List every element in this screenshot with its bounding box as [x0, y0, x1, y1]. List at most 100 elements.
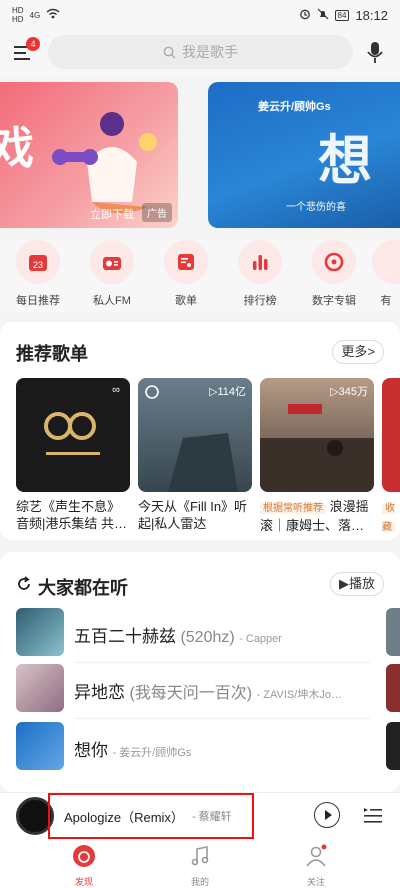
song-name: 五百二十赫兹	[74, 627, 176, 646]
section-title: 推荐歌单	[16, 344, 88, 364]
song-cover	[386, 722, 400, 770]
song-info: 五百二十赫兹 (520hz) - Capper	[74, 622, 379, 647]
refresh-icon[interactable]	[16, 576, 32, 597]
radar-icon	[145, 385, 238, 492]
more-button[interactable]: 更多>	[332, 340, 384, 364]
song-subtitle: (我每天问一百次)	[129, 685, 253, 702]
song-info: 异地恋 (我每天问一百次) - ZAVIS/坤木Jo…	[74, 678, 379, 703]
entry-playlist[interactable]: 歌单	[156, 240, 216, 308]
banner-carousel[interactable]: 戏 立即下载 广告 姜云升/顾帅Gs 想 一个悲伤的喜	[0, 82, 400, 230]
bookstore-image	[260, 404, 374, 492]
playlist-title: 收藏 音乐	[382, 498, 400, 532]
song-artist: - Capper	[239, 633, 282, 645]
entry-label: 排行榜	[243, 295, 277, 307]
ad-badge: 广告	[142, 203, 172, 222]
playlist-title: 今天从《Fill In》听起|私人雷达	[138, 499, 248, 531]
playlist-card[interactable]: ▷114亿 今天从《Fill In》听起|私人雷达	[138, 378, 252, 532]
banner-big-text: 想	[318, 131, 372, 191]
song-name: 想你	[74, 741, 108, 760]
banner-ad[interactable]: 戏 立即下载 广告	[0, 82, 178, 228]
more-icon	[372, 240, 400, 284]
entry-more[interactable]: 有	[372, 240, 400, 308]
sim-indicator: HD HD	[12, 6, 24, 24]
battery-indicator: 84	[334, 9, 350, 21]
calendar-icon: 23	[16, 240, 60, 284]
playlist-tag: 收藏	[382, 503, 395, 532]
play-button[interactable]	[314, 802, 340, 828]
tab-label: 关注	[306, 877, 325, 887]
alarm-icon	[299, 8, 311, 23]
playlist-card[interactable]: 收藏 音乐	[382, 378, 400, 532]
banner-subtitle: 一个悲伤的喜	[286, 202, 346, 213]
playlist-title: 综艺《声生不息》音频|港乐集结 共…	[16, 499, 127, 531]
search-icon	[163, 46, 176, 58]
status-bar: HD HD 4G 84 18:12	[0, 0, 400, 30]
entry-daily[interactable]: 23 每日推荐	[8, 240, 68, 308]
search-input[interactable]: 我是歌手	[48, 35, 353, 69]
playlist-cover: ▷345万	[260, 378, 374, 492]
entry-chart[interactable]: 排行榜	[230, 240, 290, 308]
play-all-button[interactable]: ▶播放	[330, 572, 384, 596]
song-artist: - ZAVIS/坤木Jo…	[256, 689, 342, 701]
song-info: 想你 - 姜云升/顾帅Gs	[74, 736, 379, 761]
mic-button[interactable]	[364, 40, 386, 66]
song-cover	[386, 664, 400, 712]
tab-follow[interactable]: 关注	[286, 844, 346, 888]
playlist-card[interactable]: ∞ 综艺《声生不息》音频|港乐集结 共…	[16, 378, 130, 532]
tab-mine[interactable]: 我的	[170, 844, 230, 888]
divider	[74, 718, 370, 719]
recommend-section: 推荐歌单 更多> ∞ 综艺《声生不息》音频|港乐集结 共… ▷114亿 今天从《…	[0, 322, 400, 540]
tab-label: 发现	[74, 877, 93, 887]
song-cover	[16, 722, 64, 770]
song-row[interactable]: 想你 - 姜云升/顾帅Gs	[16, 722, 386, 774]
now-playing-artist: - 蔡耀轩	[191, 811, 232, 823]
song-cover	[16, 664, 64, 712]
mute-icon	[317, 8, 329, 23]
clock: 18:12	[355, 7, 388, 23]
playlist-queue-button[interactable]	[362, 805, 384, 825]
svg-text:∞: ∞	[112, 384, 120, 396]
search-placeholder: 我是歌手	[182, 44, 238, 60]
everyone-listening-section: 大家都在听 ▶播放 五百二十赫兹 (520hz) - Capper 异地恋 (我…	[0, 552, 400, 792]
entry-fm[interactable]: 私人FM	[82, 240, 142, 308]
tab-discover[interactable]: 发现	[54, 844, 114, 888]
entry-label: 歌单	[175, 295, 197, 307]
entry-label: 每日推荐	[16, 295, 60, 307]
divider	[74, 662, 370, 663]
infinity-icon: ∞	[44, 384, 120, 455]
banner-artist: 姜云升/顾帅Gs	[258, 101, 331, 113]
entry-label: 私人FM	[93, 295, 131, 307]
music-note-icon	[191, 846, 209, 866]
bottom-tab-bar: 发现 我的 关注	[0, 840, 400, 888]
now-playing-info[interactable]: Apologize（Remix） - 蔡耀轩	[48, 793, 254, 839]
section-title: 大家都在听	[38, 578, 128, 598]
user-icon	[306, 844, 327, 867]
playlist-cover	[382, 378, 400, 492]
song-row[interactable]: 异地恋 (我每天问一百次) - ZAVIS/坤木Jo…	[16, 664, 386, 716]
playlist-cover: ▷114亿	[138, 378, 252, 492]
queue-icon	[364, 808, 382, 823]
album-icon	[312, 240, 356, 284]
entry-label: 数字专辑	[312, 295, 356, 307]
playlist-title: 根据常听推荐 浪漫摇滚｜康姆士、落…	[260, 499, 369, 532]
mini-player[interactable]: Apologize（Remix） - 蔡耀轩	[0, 792, 400, 840]
svg-text:23: 23	[33, 260, 43, 270]
song-name: 异地恋	[74, 683, 125, 702]
playlist-cover: ∞	[16, 378, 130, 492]
menu-badge: 4	[26, 37, 40, 51]
chart-icon	[238, 240, 282, 284]
entry-album[interactable]: 数字专辑	[304, 240, 364, 308]
quick-entries: 23 每日推荐 私人FM 歌单 排行榜 数字专辑 有	[0, 240, 400, 312]
discover-icon	[73, 845, 95, 867]
wifi-icon	[46, 8, 60, 22]
tab-label: 我的	[190, 877, 209, 887]
playlist-card[interactable]: ▷345万 根据常听推荐 浪漫摇滚｜康姆士、落…	[260, 378, 374, 532]
entry-label: 有	[380, 295, 392, 307]
song-artist: - 姜云升/顾帅Gs	[112, 747, 192, 759]
banner-album[interactable]: 姜云升/顾帅Gs 想 一个悲伤的喜	[208, 82, 400, 228]
menu-button[interactable]: 4	[14, 37, 40, 62]
signal-label: 4G	[29, 10, 41, 20]
menu-icon-line	[14, 58, 30, 60]
download-link[interactable]: 立即下载	[90, 206, 134, 222]
song-row[interactable]: 五百二十赫兹 (520hz) - Capper	[16, 608, 386, 660]
